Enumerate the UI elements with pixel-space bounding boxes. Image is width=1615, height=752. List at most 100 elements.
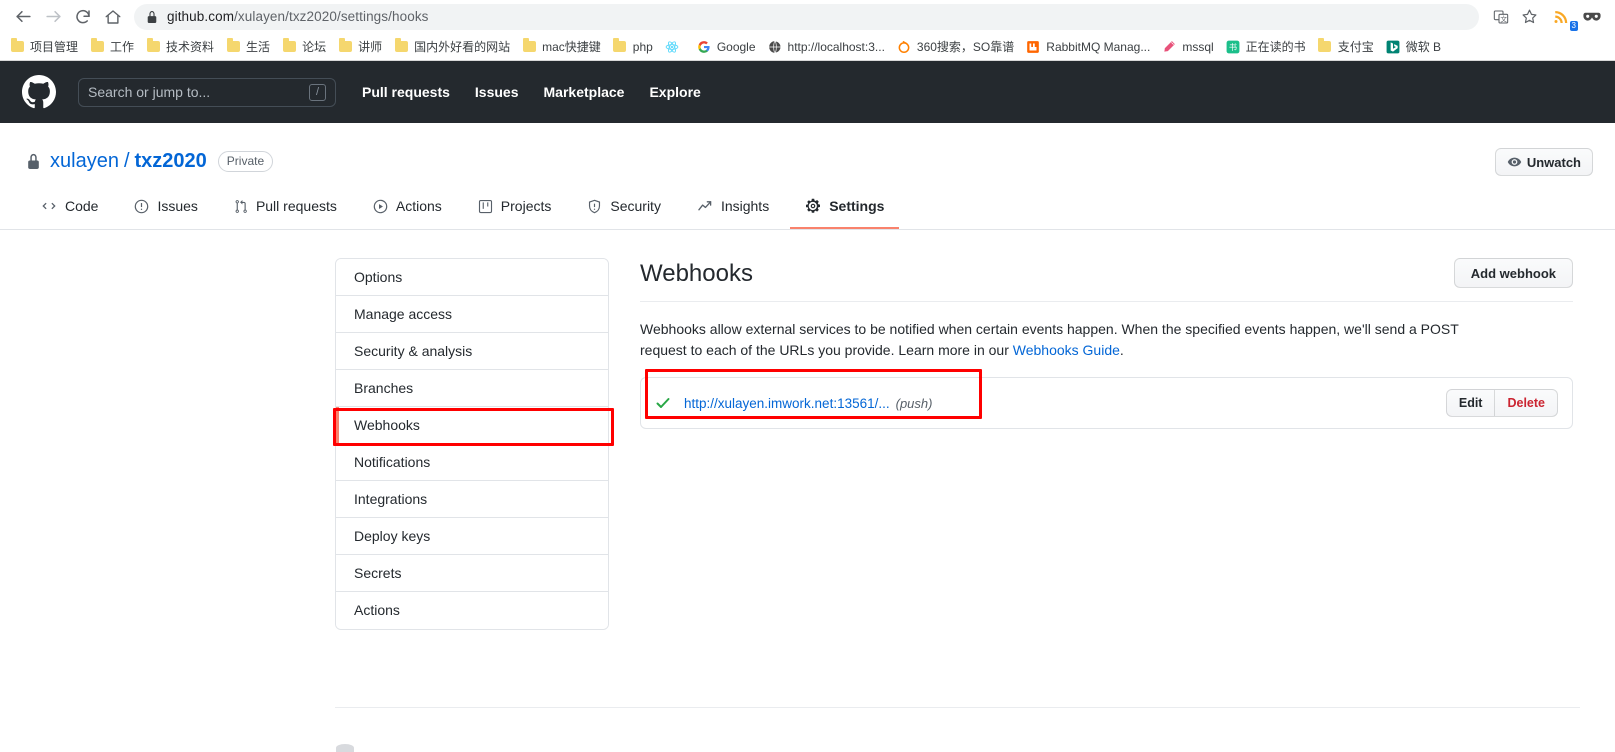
settings-menu-item-actions[interactable]: Actions	[336, 592, 608, 629]
gear-icon	[805, 198, 821, 214]
github-global-header: Search or jump to... / Pull requests Iss…	[0, 61, 1615, 123]
project-board-icon	[478, 199, 493, 214]
add-webhook-button[interactable]: Add webhook	[1453, 258, 1573, 288]
tab-security[interactable]: Security	[572, 185, 676, 229]
folder-icon	[1318, 38, 1332, 54]
content-bottom-divider	[335, 707, 1580, 708]
svg-text:文: 文	[1500, 14, 1507, 23]
repo-owner-link[interactable]: xulayen	[50, 150, 119, 173]
bookmark-label: 国内外好看的网站	[414, 40, 511, 54]
tab-actions[interactable]: Actions	[358, 185, 457, 229]
bookmark-item[interactable]: 国内外好看的网站	[388, 36, 516, 58]
reload-icon	[76, 9, 90, 23]
webhooks-description: Webhooks allow external services to be n…	[640, 319, 1502, 361]
repo-name-link[interactable]: txz2020	[135, 150, 207, 173]
folder-icon	[10, 38, 24, 54]
settings-menu-item-notifications[interactable]: Notifications	[336, 444, 608, 481]
settings-menu-item-branches[interactable]: Branches	[336, 370, 608, 407]
tab-settings[interactable]: Settings	[790, 185, 900, 229]
folder-icon	[146, 38, 160, 54]
tab-code[interactable]: Code	[26, 185, 113, 229]
folder-icon	[90, 38, 104, 54]
home-button[interactable]	[98, 3, 128, 31]
unwatch-button[interactable]: Unwatch	[1494, 148, 1593, 176]
bookmark-item[interactable]: RabbitMQ Manag...	[1020, 36, 1156, 58]
settings-page-body: Options Manage access Security & analysi…	[0, 230, 1615, 630]
bing-b-icon	[1386, 40, 1400, 54]
bookmark-label: 讲师	[358, 40, 383, 54]
tab-projects[interactable]: Projects	[463, 185, 567, 229]
browser-toolbar: github.com/xulayen/txz2020/settings/hook…	[0, 0, 1615, 33]
settings-menu-item-security-analysis[interactable]: Security & analysis	[336, 333, 608, 370]
reload-button[interactable]	[68, 3, 98, 31]
forward-button[interactable]	[38, 3, 68, 31]
back-button[interactable]	[8, 3, 38, 31]
bookmark-item[interactable]: 工作	[84, 36, 140, 58]
bookmark-label: http://localhost:3...	[787, 39, 885, 54]
bookmark-label: 支付宝	[1337, 40, 1374, 54]
settings-menu-item-deploy-keys[interactable]: Deploy keys	[336, 518, 608, 555]
rss-feed-icon[interactable]: 3	[1547, 3, 1578, 31]
tab-label: Settings	[829, 198, 885, 214]
git-pull-request-icon	[234, 199, 248, 214]
webhook-url-link[interactable]: http://xulayen.imwork.net:13561/...	[684, 396, 890, 411]
repo-header: xulayen / txz2020 Private Unwatch	[0, 123, 1615, 177]
tab-label: Issues	[157, 198, 198, 214]
bookmark-label: 生活	[246, 40, 271, 54]
bookmark-item[interactable]: 书正在读的书	[1220, 36, 1312, 58]
repo-title: xulayen / txz2020 Private	[26, 145, 1589, 177]
nav-issues[interactable]: Issues	[475, 84, 519, 100]
bookmark-item[interactable]: 讲师	[332, 36, 388, 58]
bookmark-label: 正在读的书	[1245, 40, 1306, 54]
nav-pull-requests[interactable]: Pull requests	[362, 84, 450, 100]
settings-menu-item-options[interactable]: Options	[336, 259, 608, 296]
tab-label: Actions	[395, 198, 442, 214]
address-bar[interactable]: github.com/xulayen/txz2020/settings/hook…	[134, 3, 1479, 30]
github-mark-icon[interactable]	[22, 75, 56, 109]
edit-webhook-button[interactable]: Edit	[1445, 389, 1495, 417]
settings-menu-item-secrets[interactable]: Secrets	[336, 555, 608, 592]
eye-icon	[1507, 155, 1522, 169]
webhooks-guide-link[interactable]: Webhooks Guide	[1013, 342, 1120, 358]
browser-chrome: github.com/xulayen/txz2020/settings/hook…	[0, 0, 1615, 61]
webhooks-list: http://xulayen.imwork.net:13561/... (pus…	[640, 377, 1573, 429]
settings-menu-item-webhooks[interactable]: Webhooks	[336, 407, 608, 444]
bookmark-item[interactable]: Google	[691, 36, 762, 58]
lock-icon	[26, 153, 41, 170]
settings-menu-item-manage-access[interactable]: Manage access	[336, 296, 608, 333]
tab-insights[interactable]: Insights	[682, 185, 784, 229]
360-circle-icon	[897, 40, 911, 54]
tab-pull-requests[interactable]: Pull requests	[219, 185, 352, 229]
repo-separator: /	[123, 149, 130, 172]
bookmark-item[interactable]: http://localhost:3...	[762, 36, 891, 58]
webhooks-header: Webhooks Add webhook	[640, 258, 1573, 302]
search-input[interactable]: Search or jump to... /	[78, 77, 336, 107]
bookmark-label: Google	[716, 39, 756, 54]
bookmark-item[interactable]: 支付宝	[1312, 36, 1380, 58]
bookmark-item[interactable]: mssql	[1156, 36, 1219, 58]
bookmark-item[interactable]: mac快捷键	[516, 36, 607, 58]
bookmark-item[interactable]	[659, 36, 691, 58]
tab-issues[interactable]: Issues	[119, 185, 212, 229]
bookmark-item[interactable]: php	[607, 36, 659, 58]
adblock-mask-icon[interactable]	[1577, 3, 1607, 31]
bookmark-item[interactable]: 微软 B	[1380, 36, 1447, 58]
bookmark-item[interactable]: 论坛	[276, 36, 332, 58]
bookmark-label: 工作	[110, 40, 135, 54]
nav-marketplace[interactable]: Marketplace	[544, 84, 625, 100]
bookmark-label: RabbitMQ Manag...	[1046, 39, 1151, 54]
settings-menu-item-integrations[interactable]: Integrations	[336, 481, 608, 518]
bookmark-label: 技术资料	[166, 40, 215, 54]
delete-webhook-button[interactable]: Delete	[1494, 389, 1558, 417]
extension-icons: 3	[1543, 3, 1607, 31]
bookmark-item[interactable]: 项目管理	[4, 36, 84, 58]
unwatch-label: Unwatch	[1526, 154, 1581, 170]
omnibox-actions: 文	[1479, 4, 1543, 30]
nav-explore[interactable]: Explore	[649, 84, 700, 100]
bookmark-item[interactable]: 360搜索，SO靠谱	[891, 36, 1020, 58]
bookmark-item[interactable]: 技术资料	[140, 36, 220, 58]
bookmark-item[interactable]: 生活	[220, 36, 276, 58]
translate-icon[interactable]: 文	[1487, 4, 1515, 30]
star-icon[interactable]	[1515, 4, 1543, 30]
partial-footer-icon	[336, 744, 354, 752]
